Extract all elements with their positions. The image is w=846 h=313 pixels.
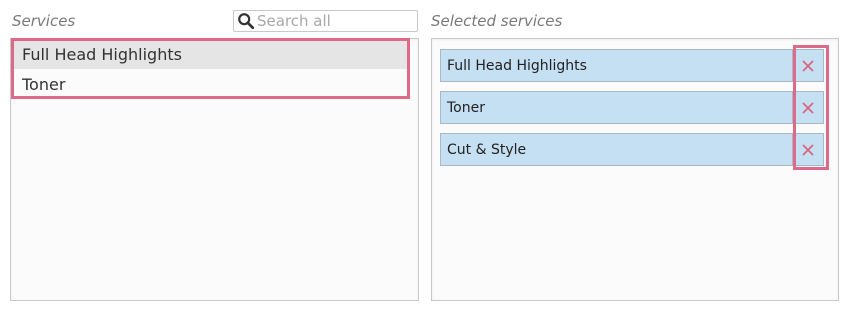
selected-service-label: Full Head Highlights xyxy=(447,57,587,74)
service-list-item[interactable]: Full Head Highlights xyxy=(14,41,407,69)
selected-service-row: Cut & Style xyxy=(440,133,824,166)
selected-service-label: Cut & Style xyxy=(447,141,527,158)
close-icon xyxy=(802,101,814,114)
selected-service-row: Toner xyxy=(440,91,824,124)
selected-service-label: Toner xyxy=(447,99,485,116)
remove-service-button[interactable] xyxy=(792,134,823,165)
remove-service-button[interactable] xyxy=(792,92,823,123)
search-input[interactable] xyxy=(255,12,417,30)
close-icon xyxy=(802,143,814,156)
remove-service-button[interactable] xyxy=(792,50,823,81)
search-icon xyxy=(238,13,255,30)
search-box[interactable] xyxy=(233,10,418,32)
selected-services-label: Selected services xyxy=(431,12,563,30)
close-icon xyxy=(802,59,814,72)
service-list-item[interactable]: Toner xyxy=(14,71,407,99)
services-label: Services xyxy=(12,12,76,30)
selected-service-row: Full Head Highlights xyxy=(440,49,824,82)
